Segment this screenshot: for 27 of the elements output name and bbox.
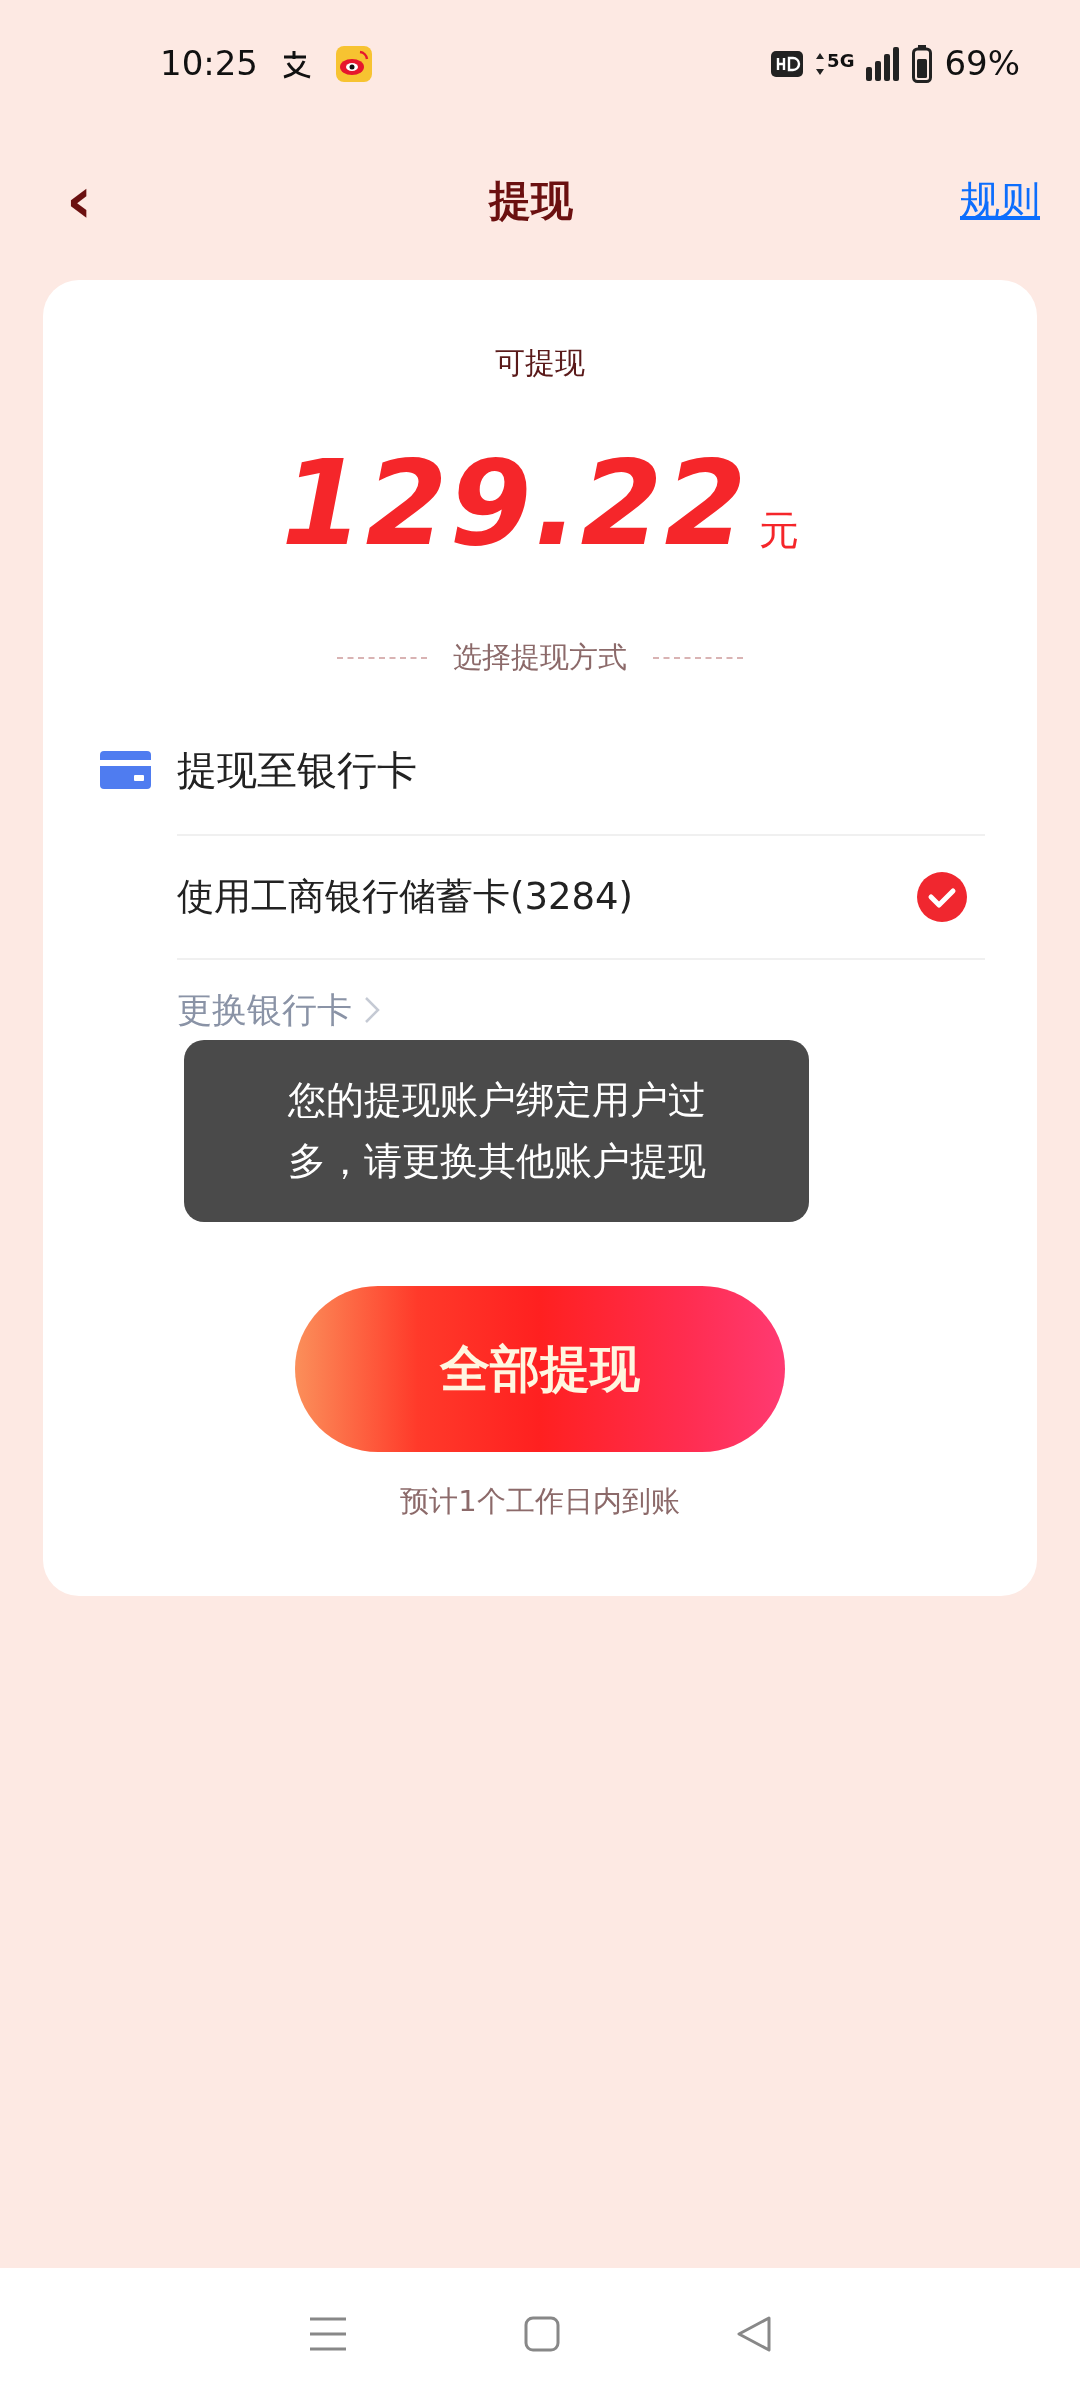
data-arrows-icon bbox=[815, 51, 826, 76]
page-title: 提现 bbox=[489, 174, 574, 227]
section-divider-label: 选择提现方式 bbox=[453, 639, 627, 676]
chevron-right-icon bbox=[364, 995, 380, 1024]
network-type: 5G bbox=[827, 51, 855, 70]
status-time: 10:25 bbox=[160, 42, 258, 85]
bank-option[interactable]: 使用工商银行储蓄卡(3284) bbox=[177, 833, 985, 960]
hd-icon bbox=[771, 50, 804, 77]
home-button[interactable] bbox=[524, 2316, 560, 2352]
withdraw-all-button[interactable]: 全部提现 bbox=[295, 1286, 785, 1452]
back-nav-button[interactable] bbox=[736, 2315, 772, 2353]
arrival-note: 预计1个工作日内到账 bbox=[400, 1483, 680, 1520]
balance-amount: 129.22 bbox=[281, 434, 749, 572]
bank-card-label: 使用工商银行储蓄卡(3284) bbox=[177, 873, 634, 920]
change-card-link[interactable]: 更换银行卡 bbox=[177, 983, 380, 1036]
battery-level: 69% bbox=[944, 42, 1020, 85]
toast-message: 您的提现账户绑定用户过多，请更换其他账户提现 bbox=[184, 1040, 809, 1222]
menu-button[interactable] bbox=[308, 2316, 348, 2352]
balance-label: 可提现 bbox=[494, 344, 586, 382]
battery-icon bbox=[912, 44, 933, 83]
rules-link[interactable]: 规则 bbox=[960, 170, 1040, 230]
section-title: 提现至银行卡 bbox=[177, 745, 417, 795]
currency-unit: 元 bbox=[758, 507, 799, 553]
signal-icon bbox=[866, 46, 901, 81]
app-notification-icon bbox=[336, 45, 372, 82]
bank-card-icon bbox=[100, 750, 151, 789]
back-button[interactable]: ‹ bbox=[56, 168, 103, 232]
